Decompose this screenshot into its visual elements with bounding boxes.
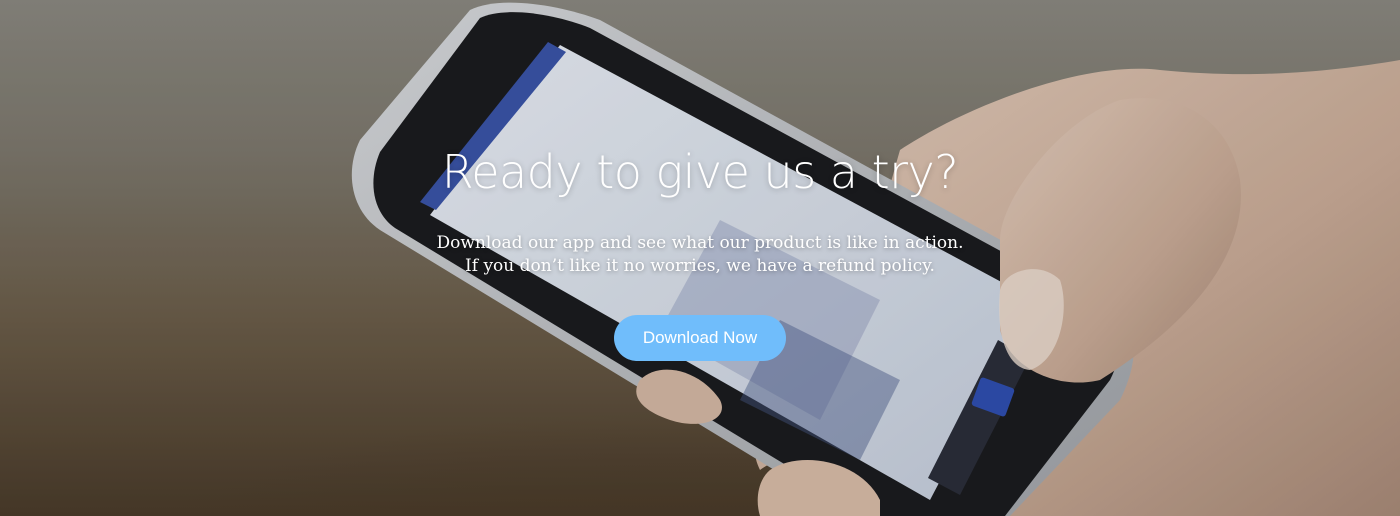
hero-content: Ready to give us a try? Download our app… xyxy=(0,0,1400,516)
download-now-button[interactable]: Download Now xyxy=(614,315,786,361)
hero-subtext-line-1: Download our app and see what our produc… xyxy=(436,233,964,253)
hero-subtext: Download our app and see what our produc… xyxy=(0,232,1400,278)
hero-headline: Ready to give us a try? xyxy=(441,145,959,199)
hero-subtext-line-2: If you don’t like it no worries, we have… xyxy=(465,256,935,276)
cta-hero-section: Ready to give us a try? Download our app… xyxy=(0,0,1400,516)
